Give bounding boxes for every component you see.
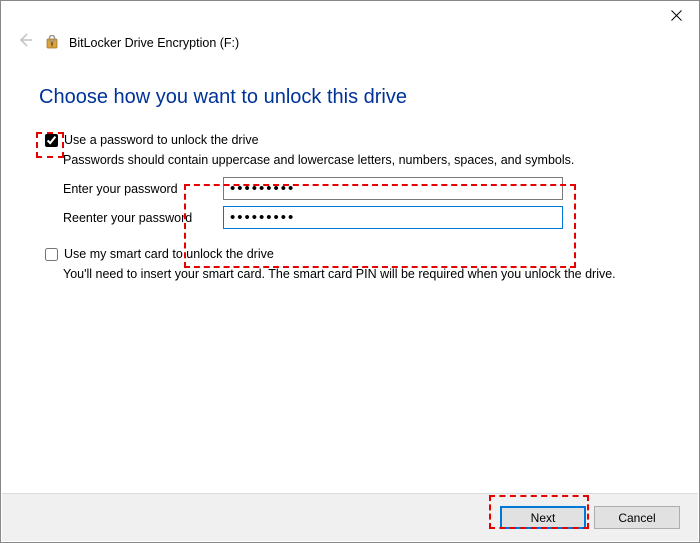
back-arrow-icon [15,31,35,54]
close-button[interactable] [654,1,699,29]
cancel-button[interactable]: Cancel [594,506,680,529]
option-smartcard: Use my smart card to unlock the drive Yo… [39,247,661,281]
title-bar [1,1,699,31]
wizard-footer: Next Cancel [2,493,698,541]
use-smartcard-checkbox[interactable] [45,248,58,261]
smartcard-help-text: You'll need to insert your smart card. T… [63,267,661,281]
reenter-password-label: Reenter your password [63,211,223,225]
bitlocker-lock-icon [45,35,61,51]
password-help-text: Passwords should contain uppercase and l… [63,153,661,167]
use-password-checkbox[interactable] [45,134,58,147]
option-password: Use a password to unlock the drive Passw… [39,133,661,229]
close-icon [671,10,682,21]
reenter-password-input[interactable] [223,206,563,229]
enter-password-input[interactable] [223,177,563,200]
enter-password-label: Enter your password [63,182,223,196]
use-smartcard-label[interactable]: Use my smart card to unlock the drive [64,247,274,261]
next-button[interactable]: Next [500,506,586,529]
wizard-header: BitLocker Drive Encryption (F:) [1,31,699,58]
window-title: BitLocker Drive Encryption (F:) [69,36,239,50]
wizard-content: Choose how you want to unlock this drive… [1,58,699,281]
use-password-label[interactable]: Use a password to unlock the drive [64,133,259,147]
page-heading: Choose how you want to unlock this drive [39,86,661,109]
